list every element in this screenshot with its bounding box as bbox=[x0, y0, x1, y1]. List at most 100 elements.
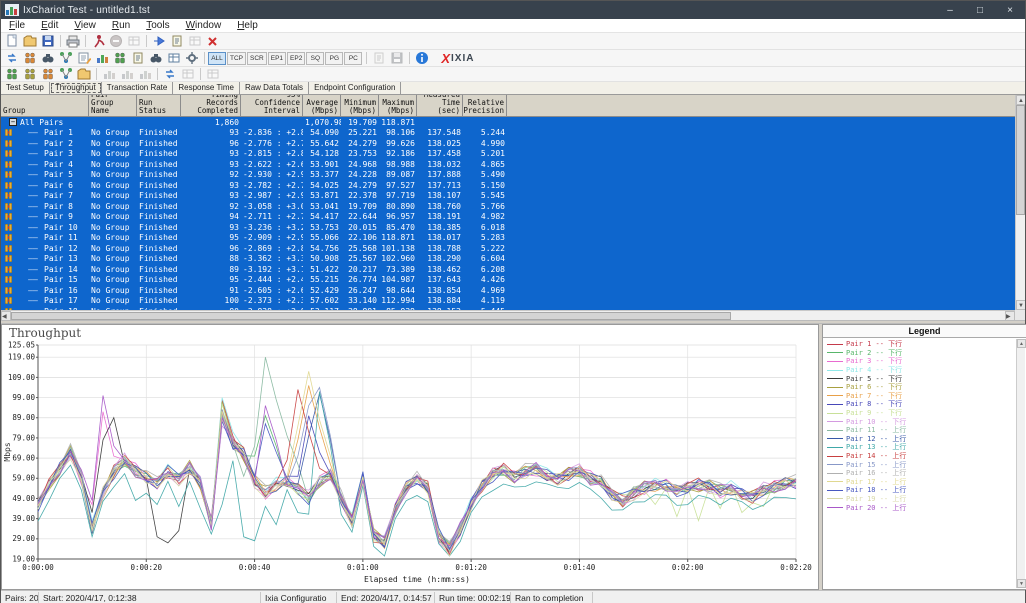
menu-view[interactable]: View bbox=[66, 19, 104, 33]
scroll-down-icon[interactable]: ▼ bbox=[1016, 300, 1025, 310]
delete-pair-icon[interactable] bbox=[204, 34, 222, 49]
scroll-left-icon[interactable]: ◀ bbox=[1, 311, 11, 321]
link-pairs-icon[interactable] bbox=[161, 67, 179, 82]
table-row[interactable]: ——Pair 1No GroupFinished93-2.836 : +2.83… bbox=[1, 128, 1015, 139]
column-header[interactable]: Timing Records Completed bbox=[181, 95, 241, 117]
legend-scrollbar[interactable]: ▲ ▼ bbox=[1016, 339, 1025, 588]
table-row[interactable]: ——Pair 11No GroupFinished95-2.909 : +2.9… bbox=[1, 233, 1015, 244]
table-row[interactable]: ——Pair 3No GroupFinished93-2.815 : +2.81… bbox=[1, 149, 1015, 160]
menu-window[interactable]: Window bbox=[178, 19, 230, 33]
table-row[interactable]: ——Pair 16No GroupFinished91-2.605 : +2.6… bbox=[1, 285, 1015, 296]
column-header[interactable]: Relative Precision bbox=[463, 95, 507, 117]
table-row-all-pairs[interactable]: −All Pairs1,8601,070.98119.709118.871 bbox=[1, 117, 1015, 128]
table-row[interactable]: ——Pair 14No GroupFinished89-3.192 : +3.1… bbox=[1, 264, 1015, 275]
notes-icon[interactable] bbox=[129, 51, 147, 66]
column-header[interactable]: Measured Time (sec) bbox=[417, 95, 463, 117]
table-cell: 138.385 bbox=[417, 223, 463, 232]
table-row[interactable]: ——Pair 2No GroupFinished96-2.776 : +2.77… bbox=[1, 138, 1015, 149]
table-row[interactable]: ——Pair 5No GroupFinished92-2.930 : +2.93… bbox=[1, 170, 1015, 181]
save-test-icon[interactable] bbox=[39, 34, 57, 49]
menu-file[interactable]: File bbox=[1, 19, 33, 33]
tab-test-setup[interactable]: Test Setup bbox=[1, 82, 50, 94]
options-icon[interactable] bbox=[183, 51, 201, 66]
maximize-button[interactable]: □ bbox=[965, 1, 995, 19]
table-row[interactable]: ——Pair 15No GroupFinished95-2.444 : +2.4… bbox=[1, 275, 1015, 286]
menu-help[interactable]: Help bbox=[229, 19, 266, 33]
scroll-up-icon[interactable]: ▲ bbox=[1016, 95, 1025, 105]
view-button-all[interactable]: ALL bbox=[208, 52, 226, 65]
table-row[interactable]: ——Pair 12No GroupFinished96-2.869 : +2.8… bbox=[1, 243, 1015, 254]
menu-tools[interactable]: Tools bbox=[138, 19, 177, 33]
view-button-ep1[interactable]: EP1 bbox=[268, 52, 286, 65]
new-test-icon[interactable] bbox=[3, 34, 21, 49]
column-header[interactable]: Maximum (Mbps) bbox=[379, 95, 417, 117]
table-cell: -3.058 : +3.058 bbox=[241, 202, 303, 211]
search-icon[interactable] bbox=[147, 51, 165, 66]
table-row[interactable]: ——Pair 8No GroupFinished92-3.058 : +3.05… bbox=[1, 201, 1015, 212]
scrollbar-thumb[interactable] bbox=[11, 312, 731, 320]
table-cell: 138.017 bbox=[417, 233, 463, 242]
add-pair-icon[interactable] bbox=[150, 34, 168, 49]
find-pair-icon[interactable] bbox=[39, 51, 57, 66]
add-endpoint-pair-icon[interactable] bbox=[3, 67, 21, 82]
column-header[interactable]: 95% Confidence Interval bbox=[241, 95, 303, 117]
tab-response-time[interactable]: Response Time bbox=[173, 82, 240, 94]
scrollbar-thumb[interactable] bbox=[1016, 105, 1025, 215]
table-row[interactable]: ——Pair 13No GroupFinished88-3.362 : +3.3… bbox=[1, 254, 1015, 265]
add-pairs-icon[interactable] bbox=[21, 51, 39, 66]
table-row[interactable]: ——Pair 4No GroupFinished93-2.622 : +2.62… bbox=[1, 159, 1015, 170]
lock-test-icon bbox=[204, 67, 222, 82]
table-row[interactable]: ——Pair 9No GroupFinished94-2.711 : +2.71… bbox=[1, 212, 1015, 223]
view-button-ep2[interactable]: EP2 bbox=[287, 52, 305, 65]
tab-raw-data-totals[interactable]: Raw Data Totals bbox=[240, 82, 309, 94]
table-horizontal-scrollbar[interactable]: ◀ ▶ bbox=[1, 310, 1015, 320]
column-header[interactable]: Group bbox=[1, 95, 89, 117]
table-row[interactable]: ——Pair 10No GroupFinished93-3.236 : +3.2… bbox=[1, 222, 1015, 233]
tab-transaction-rate[interactable]: Transaction Rate bbox=[102, 82, 174, 94]
print-icon[interactable] bbox=[64, 34, 82, 49]
view-button-sq[interactable]: SQ bbox=[306, 52, 324, 65]
table-row[interactable]: ——Pair 17No GroupFinished100-2.373 : +2.… bbox=[1, 296, 1015, 307]
tab-throughput[interactable]: Throughput bbox=[50, 82, 102, 94]
column-header[interactable]: Average (Mbps) bbox=[303, 95, 341, 117]
view-button-pc[interactable]: PC bbox=[344, 52, 362, 65]
collapse-icon[interactable]: − bbox=[9, 118, 17, 126]
group-cell: ——Pair 11 bbox=[1, 233, 89, 242]
table-cell: 73.389 bbox=[379, 265, 417, 274]
swap-endpoints-icon[interactable] bbox=[21, 67, 39, 82]
units-icon[interactable] bbox=[93, 51, 111, 66]
scroll-down-icon[interactable]: ▼ bbox=[1017, 579, 1026, 588]
legend-line-swatch bbox=[827, 438, 843, 439]
column-header[interactable]: Run Status bbox=[137, 95, 181, 117]
view-button-scr[interactable]: SCR bbox=[247, 52, 267, 65]
info-icon[interactable] bbox=[413, 51, 431, 66]
view-button-tcp[interactable]: TCP bbox=[227, 52, 246, 65]
column-header[interactable]: Pair Group Name bbox=[89, 95, 137, 117]
table-view-icon[interactable] bbox=[165, 51, 183, 66]
minimize-button[interactable]: – bbox=[935, 1, 965, 19]
scroll-right-icon[interactable]: ▶ bbox=[1005, 311, 1015, 321]
tab-endpoint-configuration[interactable]: Endpoint Configuration bbox=[309, 82, 401, 94]
table-cell: 5.244 bbox=[463, 128, 507, 137]
change-network-icon[interactable] bbox=[3, 51, 21, 66]
group-pairs-icon[interactable] bbox=[111, 51, 129, 66]
menu-run[interactable]: Run bbox=[104, 19, 138, 33]
view-button-pg[interactable]: PG bbox=[325, 52, 343, 65]
group-cell: −All Pairs bbox=[1, 118, 89, 127]
edit-config-icon[interactable] bbox=[75, 51, 93, 66]
open-endpoint-config-icon[interactable] bbox=[75, 67, 93, 82]
multicast-group-icon[interactable] bbox=[57, 51, 75, 66]
column-header[interactable]: Minimum (Mbps) bbox=[341, 95, 379, 117]
table-vertical-scrollbar[interactable]: ▲ ▼ bbox=[1015, 95, 1025, 310]
pair-icon bbox=[4, 128, 13, 137]
close-button[interactable]: × bbox=[995, 1, 1025, 19]
table-row[interactable]: ——Pair 6No GroupFinished93-2.782 : +2.78… bbox=[1, 180, 1015, 191]
run-test-icon[interactable] bbox=[89, 34, 107, 49]
edit-pair-icon[interactable] bbox=[168, 34, 186, 49]
menu-edit[interactable]: Edit bbox=[33, 19, 66, 33]
multicast-pair-icon[interactable] bbox=[57, 67, 75, 82]
open-test-icon[interactable] bbox=[21, 34, 39, 49]
scroll-up-icon[interactable]: ▲ bbox=[1017, 339, 1026, 348]
connect-pair-icon[interactable] bbox=[39, 67, 57, 82]
table-row[interactable]: ——Pair 7No GroupFinished93-2.987 : +2.98… bbox=[1, 191, 1015, 202]
